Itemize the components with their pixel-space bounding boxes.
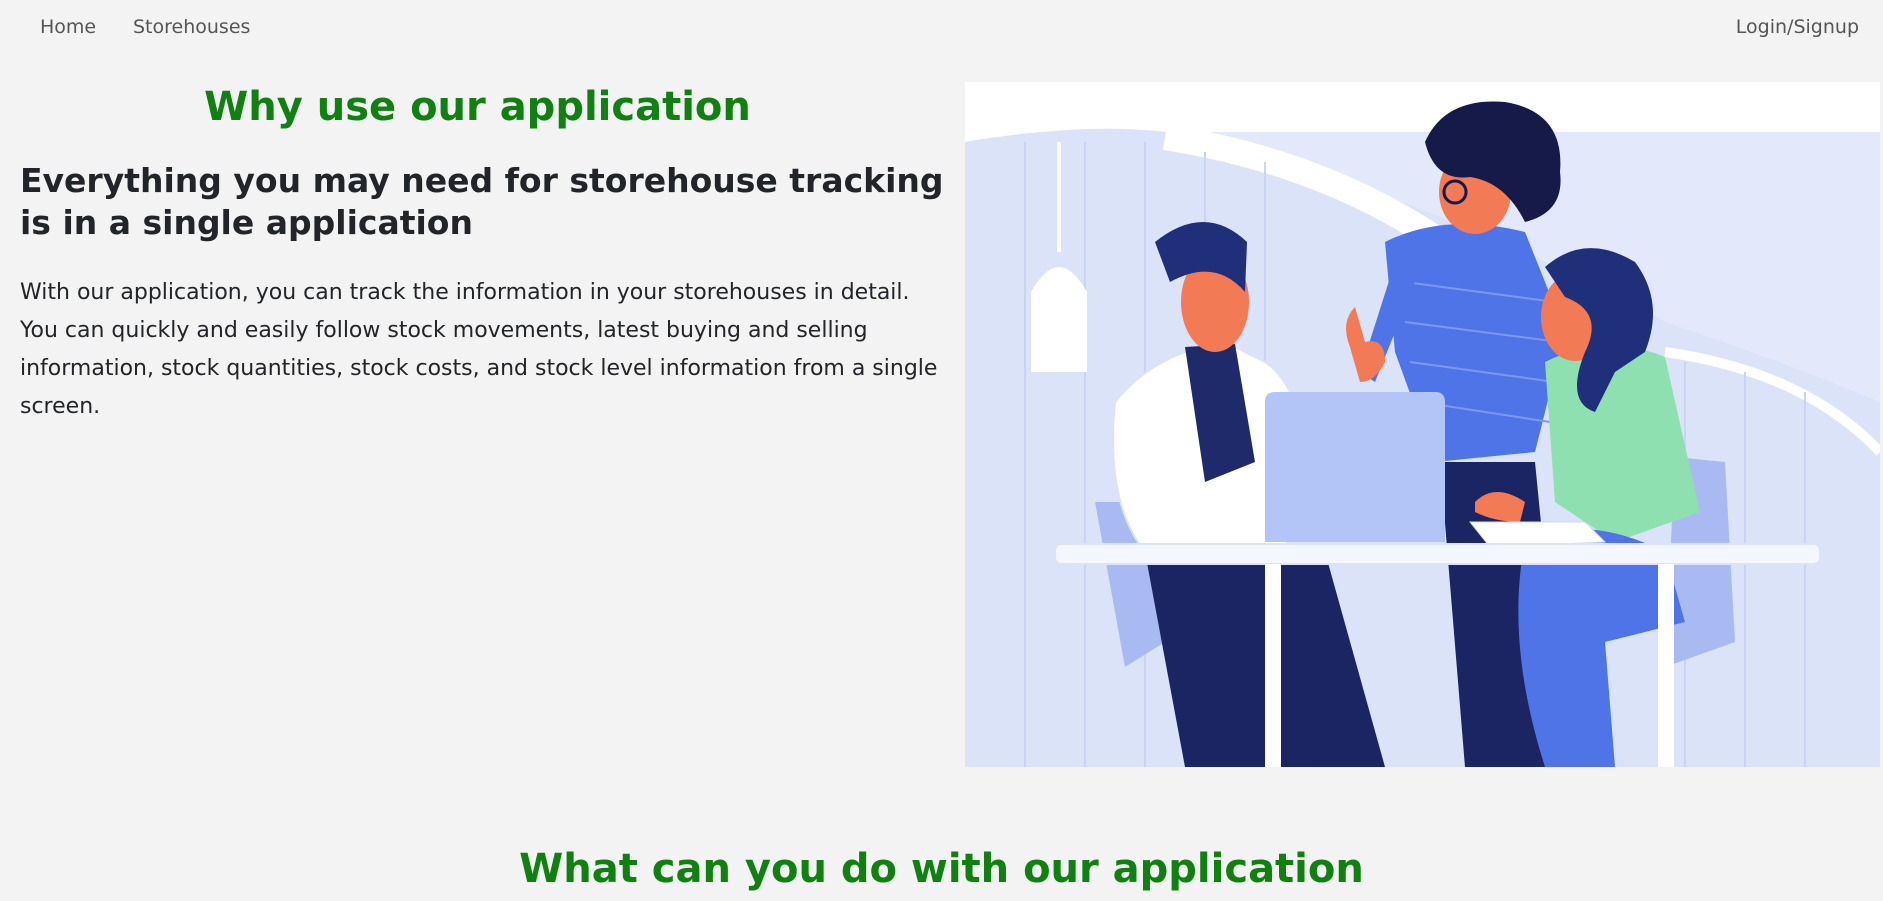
hero-heading: Everything you may need for storehouse t…	[20, 161, 944, 242]
hero-description: With our application, you can track the …	[20, 280, 938, 419]
illus-lamp	[1031, 267, 1087, 372]
features-title: What can you do with our application	[519, 846, 1364, 892]
nav-home-link[interactable]: Home	[40, 16, 96, 38]
team-meeting-illustration	[965, 82, 1880, 767]
why-use-title: Why use our application	[204, 84, 751, 130]
top-navbar: Home Storehouses Login/Signup	[0, 0, 1883, 56]
nav-login-signup-link[interactable]: Login/Signup	[1736, 16, 1859, 38]
nav-storehouses-link[interactable]: Storehouses	[133, 16, 250, 38]
illus-table-top	[1054, 543, 1821, 565]
illustration-svg	[965, 101, 1880, 767]
illus-laptop	[1265, 392, 1445, 542]
illus-table-leg-left	[1265, 564, 1281, 767]
illus-table-leg-right	[1658, 564, 1674, 767]
